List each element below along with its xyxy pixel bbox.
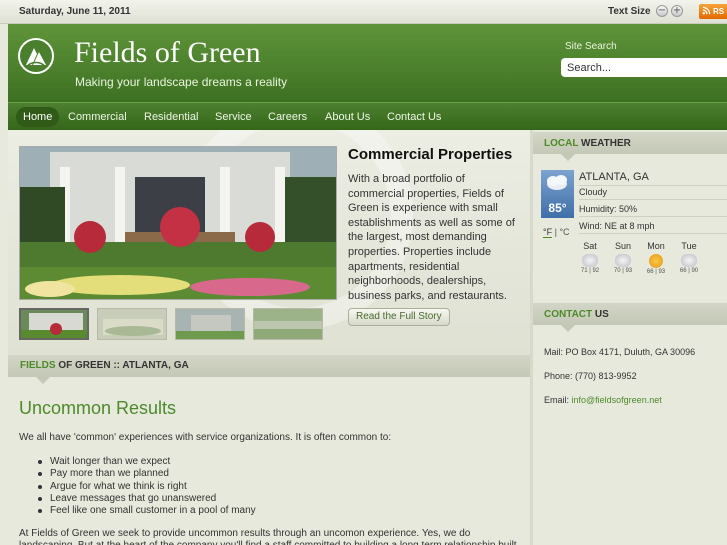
list-item: Argue for what we think is right — [38, 481, 256, 493]
contact-mail: Mail: PO Box 4171, Duluth, GA 30096 — [544, 347, 696, 357]
section-label: FIELDS OF GREEN :: ATLANTA, GA — [20, 360, 189, 371]
current-date: Saturday, June 11, 2011 — [19, 6, 131, 17]
nav-careers[interactable]: Careers — [261, 107, 314, 127]
content-intro: We all have 'common' experiences with se… — [19, 432, 392, 443]
content-bullet-list: Wait longer than we expect Pay more than… — [38, 456, 256, 517]
weather-header: LOCAL WEATHER — [533, 132, 727, 154]
rss-icon — [702, 6, 711, 15]
sidebar: LOCAL WEATHER 85° ATLANTA, GA Cloudy Hum… — [533, 130, 727, 545]
featured-slider: Commercial Properties With a broad portf… — [8, 130, 530, 355]
contact-phone: Phone: (770) 813-9952 — [544, 371, 637, 381]
nav-service[interactable]: Service — [208, 107, 259, 127]
feature-title[interactable]: Commercial Properties — [348, 146, 512, 163]
weather-header-label: LOCAL WEATHER — [544, 138, 631, 149]
site-title[interactable]: Fields of Green — [74, 36, 261, 70]
slide-thumbnail-1[interactable] — [19, 308, 89, 340]
read-full-story-button[interactable]: Read the Full Story — [348, 308, 450, 326]
slide-thumbnail-3[interactable] — [175, 308, 245, 340]
forecast-day: Mon 66 | 93 — [646, 241, 666, 275]
feature-description: With a broad portfolio of commercial pro… — [348, 173, 515, 302]
nav-commercial[interactable]: Commercial — [61, 107, 134, 127]
feature-photo[interactable] — [19, 146, 337, 300]
nav-residential[interactable]: Residential — [137, 107, 205, 127]
list-item: Pay more than we planned — [38, 468, 256, 480]
weather-city: ATLANTA, GA — [579, 171, 727, 186]
logo-icon[interactable] — [18, 38, 54, 74]
weather-notch — [561, 154, 575, 161]
search-input[interactable] — [561, 58, 727, 77]
content-paragraph: At Fields of Green we seek to provide un… — [19, 528, 517, 545]
unit-fahrenheit[interactable]: °F — [543, 227, 553, 238]
forecast-day: Tue 66 | 90 — [679, 241, 699, 274]
cloud-icon — [615, 254, 631, 267]
rss-button[interactable]: RS — [699, 4, 727, 19]
text-size-label: Text Size — [608, 6, 651, 17]
temperature-units: °F | °C — [543, 227, 570, 238]
cloud-icon — [681, 254, 697, 267]
sun-icon — [649, 254, 663, 268]
list-item: Wait longer than we expect — [38, 456, 256, 468]
slide-thumbnail-4[interactable] — [253, 308, 323, 340]
weather-wind: Wind: NE at 8 mph — [579, 221, 727, 234]
contact-email-line: Email: info@fieldsofgreen.net — [544, 395, 662, 405]
main-nav: Home Commercial Residential Service Care… — [8, 102, 727, 130]
list-item: Feel like one small customer in a pool o… — [38, 505, 256, 517]
content-title: Uncommon Results — [19, 398, 177, 418]
top-bar: Saturday, June 11, 2011 Text Size − + RS — [0, 0, 727, 24]
text-size-decrease-button[interactable]: − — [656, 5, 668, 17]
site-header: Fields of Green Making your landscape dr… — [8, 24, 727, 102]
search-label: Site Search — [565, 41, 617, 52]
cloud-icon — [582, 254, 598, 267]
text-size-increase-button[interactable]: + — [671, 5, 683, 17]
contact-header-label: CONTACT US — [544, 309, 609, 320]
site-tagline: Making your landscape dreams a reality — [75, 75, 288, 89]
section-notch — [36, 377, 50, 384]
weather-condition: Cloudy — [579, 187, 727, 200]
forecast-day: Sat 71 | 92 — [580, 241, 600, 274]
current-temperature: 85° — [548, 201, 567, 215]
section-header: FIELDS OF GREEN :: ATLANTA, GA — [8, 355, 530, 377]
nav-home[interactable]: Home — [16, 107, 60, 127]
nav-about-us[interactable]: About Us — [318, 107, 377, 127]
contact-notch — [561, 325, 575, 332]
weather-humidity: Humidity: 50% — [579, 204, 727, 217]
rss-label: RS — [713, 7, 725, 16]
forecast-day: Sun 70 | 93 — [613, 241, 633, 274]
nav-contact-us[interactable]: Contact Us — [380, 107, 448, 127]
contact-header: CONTACT US — [533, 303, 727, 325]
contact-email-link[interactable]: info@fieldsofgreen.net — [572, 395, 662, 405]
unit-celsius[interactable]: °C — [559, 227, 569, 237]
slide-thumbnail-2[interactable] — [97, 308, 167, 340]
list-item: Leave messages that go unanswered — [38, 493, 256, 505]
